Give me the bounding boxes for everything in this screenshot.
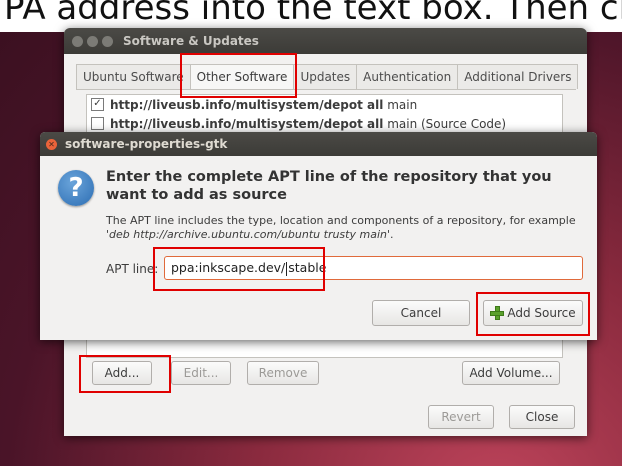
apt-input-text-before: ppa:inkscape.dev/ [171, 260, 286, 275]
maximize-window-icon[interactable] [102, 35, 113, 47]
dialog-close-icon[interactable]: ✕ [46, 138, 57, 150]
tab-ubuntu-software[interactable]: Ubuntu Software [76, 64, 191, 89]
apt-line-input[interactable]: ppa:inkscape.dev/stable [164, 256, 583, 280]
description-example: deb http://archive.ubuntu.com/ubuntu tru… [109, 228, 387, 241]
repo-component: main [387, 97, 418, 112]
add-volume-button[interactable]: Add Volume... [462, 361, 560, 385]
dialog-heading: Enter the complete APT line of the repos… [106, 169, 552, 203]
tab-updates[interactable]: Updates [293, 64, 358, 89]
window-title: Software & Updates [123, 34, 259, 48]
repo-checkbox[interactable] [91, 117, 104, 130]
close-button[interactable]: Close [509, 405, 575, 429]
add-source-dialog: ✕ software-properties-gtk ? Enter the co… [40, 132, 597, 340]
description-end: '. [386, 228, 394, 241]
tab-other-software[interactable]: Other Software [189, 64, 295, 89]
revert-button[interactable]: Revert [428, 405, 494, 429]
question-icon: ? [58, 170, 94, 206]
add-source-label: Add Source [507, 306, 576, 320]
list-item[interactable]: http://liveusb.info/multisystem/depot al… [87, 114, 562, 133]
repo-url: http://liveusb.info/multisystem/depot al… [110, 116, 384, 131]
add-plus-icon [490, 306, 505, 320]
edit-button[interactable]: Edit... [171, 361, 231, 385]
remove-button[interactable]: Remove [247, 361, 319, 385]
apt-input-text-after: stable [288, 260, 327, 275]
repo-component: main (Source Code) [387, 116, 507, 131]
tab-authentication[interactable]: Authentication [356, 64, 459, 89]
cancel-button[interactable]: Cancel [372, 300, 470, 326]
repo-checkbox[interactable]: ✓ [91, 98, 104, 111]
add-button[interactable]: Add... [92, 361, 152, 385]
tab-additional-drivers[interactable]: Additional Drivers [457, 64, 579, 89]
dialog-titlebar: ✕ software-properties-gtk [40, 132, 597, 156]
tab-bar: Ubuntu Software Other Software Updates A… [76, 64, 579, 90]
minimize-window-icon[interactable] [87, 35, 98, 47]
apt-line-label: APT line: [106, 262, 159, 276]
list-item[interactable]: ✓ http://liveusb.info/multisystem/depot … [87, 95, 562, 114]
close-window-icon[interactable] [72, 35, 83, 47]
dialog-description: The APT line includes the type, location… [106, 214, 586, 242]
repo-url: http://liveusb.info/multisystem/depot al… [110, 97, 384, 112]
window-titlebar: Software & Updates [64, 28, 587, 54]
dialog-title: software-properties-gtk [65, 137, 228, 151]
add-source-button[interactable]: Add Source [483, 300, 583, 326]
